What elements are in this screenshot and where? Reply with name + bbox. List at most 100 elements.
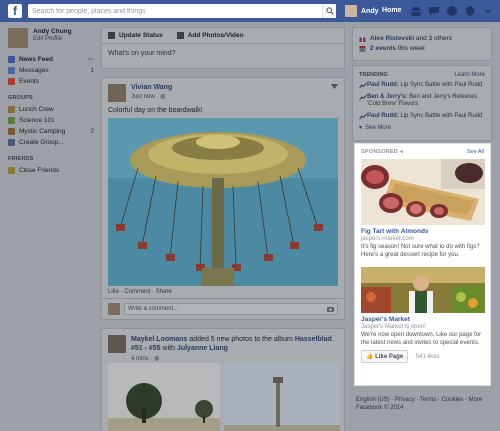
star-icon bbox=[8, 167, 15, 174]
trending-item[interactable]: Ben & Jerry's: Ben and Jerry's Releases … bbox=[359, 94, 485, 109]
trending-arrow-icon bbox=[359, 113, 367, 119]
status-composer: Update Status Add Photos/Video What's on… bbox=[101, 27, 345, 69]
sponsored-header: SPONSORED ◂ See All bbox=[361, 149, 484, 155]
trending-item[interactable]: Paul Rudd: Lip Sync Battle with Paul Rud… bbox=[359, 113, 485, 121]
sidebar-item-science-101[interactable]: Science 101 bbox=[8, 115, 98, 126]
footer-links[interactable]: English (US) · Privacy · Terms · Cookies… bbox=[356, 396, 492, 404]
post-timestamp[interactable]: Just now · ◍ bbox=[131, 93, 172, 100]
edit-profile-link[interactable]: Edit Profile bbox=[33, 36, 72, 42]
ad-title[interactable]: Fig Tart with Almonds bbox=[361, 228, 484, 235]
see-all-link[interactable]: See All bbox=[467, 149, 484, 155]
post-header: Vivian Wang Just now · ◍ bbox=[102, 78, 344, 102]
settings-icon[interactable] bbox=[482, 5, 494, 17]
sidebar-item-label: Close Friends bbox=[19, 167, 60, 174]
gift-icon bbox=[359, 34, 366, 42]
sidebar-profile[interactable]: Andy Chung Edit Profile bbox=[8, 28, 98, 48]
ad-actions: 👍 Like Page · 541 likes bbox=[361, 350, 484, 363]
camera-icon[interactable] bbox=[327, 306, 334, 312]
messages-icon[interactable] bbox=[428, 5, 440, 17]
sidebar-item-label: Mystic Camping bbox=[19, 128, 66, 135]
birthday-row[interactable]: Alex Ristevski and 3 others bbox=[359, 33, 485, 43]
sidebar-item-mystic-camping[interactable]: Mystic Camping 2 bbox=[8, 126, 98, 137]
top-bar: f Andy Home bbox=[0, 0, 500, 22]
sidebar-item-create-group[interactable]: Create Group... bbox=[8, 137, 98, 148]
sidebar-item-messages[interactable]: Messages 1 bbox=[8, 65, 98, 76]
composer-tabs: Update Status Add Photos/Video bbox=[102, 28, 344, 44]
sidebar-item-events[interactable]: Events bbox=[8, 76, 98, 87]
avatar bbox=[8, 28, 28, 48]
sidebar-item-lunch-crew[interactable]: Lunch Crew bbox=[8, 104, 98, 115]
ad-site: Jasper's Market is open! bbox=[361, 324, 426, 330]
search-icon bbox=[326, 7, 334, 15]
sidebar-item-label: Create Group... bbox=[19, 139, 64, 146]
update-status-tab[interactable]: Update Status bbox=[108, 32, 163, 39]
search-button[interactable] bbox=[322, 4, 336, 18]
sponsored-label: SPONSORED ◂ bbox=[361, 149, 403, 155]
sidebar-item-label: Lunch Crew bbox=[19, 106, 54, 113]
ad-title[interactable]: Jasper's Market bbox=[361, 316, 484, 323]
post-headline: Maykel Loomans added 5 new photos to the… bbox=[131, 336, 332, 352]
avatar bbox=[345, 5, 357, 17]
see-more-link[interactable]: ▾ See More bbox=[359, 124, 485, 132]
friends-section-title: FRIENDS bbox=[8, 156, 34, 162]
search-input[interactable] bbox=[28, 4, 318, 18]
avatar[interactable] bbox=[108, 84, 126, 102]
sidebar-item-count: 2 bbox=[90, 128, 94, 135]
post-actions[interactable]: Like · Comment · Share bbox=[102, 286, 344, 299]
sidebar-item-label: News Feed bbox=[19, 56, 53, 63]
messages-icon bbox=[8, 67, 15, 74]
camera-icon bbox=[176, 32, 184, 39]
post-timestamp[interactable]: 4 mins · ◍ bbox=[131, 355, 336, 362]
profile-link[interactable]: Andy bbox=[345, 4, 379, 18]
learn-more-link[interactable]: Learn More bbox=[454, 72, 485, 78]
comment-input[interactable]: Write a comment... bbox=[124, 303, 338, 315]
ad-image-market[interactable] bbox=[361, 267, 485, 313]
friends-icon[interactable] bbox=[410, 5, 422, 17]
post-author[interactable]: Maykel Loomans bbox=[131, 336, 187, 343]
sidebar-item-more-icon[interactable]: ··· bbox=[88, 57, 94, 63]
add-photo-tab[interactable]: Add Photos/Video bbox=[176, 32, 244, 39]
chevron-down-icon[interactable] bbox=[331, 84, 338, 89]
sidebar-item-close-friends[interactable]: Close Friends bbox=[8, 165, 98, 176]
ad-image-fig-tart[interactable] bbox=[361, 159, 485, 225]
pencil-icon bbox=[108, 32, 115, 39]
album-photos bbox=[108, 363, 340, 431]
footer: English (US) · Privacy · Terms · Cookies… bbox=[356, 396, 492, 412]
like-page-button[interactable]: 👍 Like Page bbox=[361, 350, 409, 363]
home-link[interactable]: Home bbox=[382, 4, 401, 18]
notifications-icon[interactable] bbox=[446, 5, 458, 17]
trending-arrow-icon bbox=[359, 83, 367, 89]
events-card: Alex Ristevski and 3 others 2 events thi… bbox=[352, 27, 492, 61]
facebook-logo[interactable]: f bbox=[8, 4, 22, 18]
trending-item[interactable]: Paul Rudd: Lip Sync Battle with Paul Rud… bbox=[359, 82, 485, 90]
tab-label: Update Status bbox=[119, 32, 163, 39]
sidebar-item-news-feed[interactable]: News Feed ··· bbox=[8, 54, 98, 65]
album-photo-tower[interactable] bbox=[224, 363, 340, 431]
add-group-icon bbox=[8, 139, 15, 146]
sidebar-item-label: Science 101 bbox=[19, 117, 55, 124]
tab-label: Add Photos/Video bbox=[187, 32, 244, 39]
group-icon bbox=[8, 106, 15, 113]
post-photo-swing-ride[interactable] bbox=[108, 118, 338, 286]
comment-row: Write a comment... bbox=[102, 299, 344, 319]
calendar-icon bbox=[359, 45, 366, 52]
ad-description: We're now open downtown. Like our page f… bbox=[361, 332, 482, 346]
globe-icon: ◍ bbox=[154, 356, 160, 362]
events-row[interactable]: 2 events this week bbox=[359, 43, 485, 53]
avatar[interactable] bbox=[108, 335, 126, 353]
trending-arrow-icon bbox=[359, 94, 367, 100]
post-header: Maykel Loomans added 5 new photos to the… bbox=[102, 329, 344, 362]
sidebar-item-label: Messages bbox=[19, 67, 49, 74]
avatar bbox=[108, 303, 120, 315]
post-author[interactable]: Vivian Wang bbox=[131, 84, 172, 91]
profile-name: Andy Chung bbox=[33, 28, 72, 35]
sponsored-ads: SPONSORED ◂ See All Fig Tart with Almond… bbox=[354, 143, 491, 386]
ad-site[interactable]: jaspers-market.com bbox=[361, 236, 484, 242]
privacy-icon[interactable] bbox=[464, 5, 476, 17]
tagged-person[interactable]: Julyanne Liang bbox=[177, 345, 228, 352]
status-input[interactable]: What's on your mind? bbox=[108, 50, 175, 57]
chevron-down-icon: ▾ bbox=[359, 125, 363, 131]
groups-section-title: GROUPS bbox=[8, 95, 34, 101]
album-photo-trees[interactable] bbox=[108, 363, 220, 431]
ad-description: It's fig season! Not sure what to do wit… bbox=[361, 244, 480, 258]
